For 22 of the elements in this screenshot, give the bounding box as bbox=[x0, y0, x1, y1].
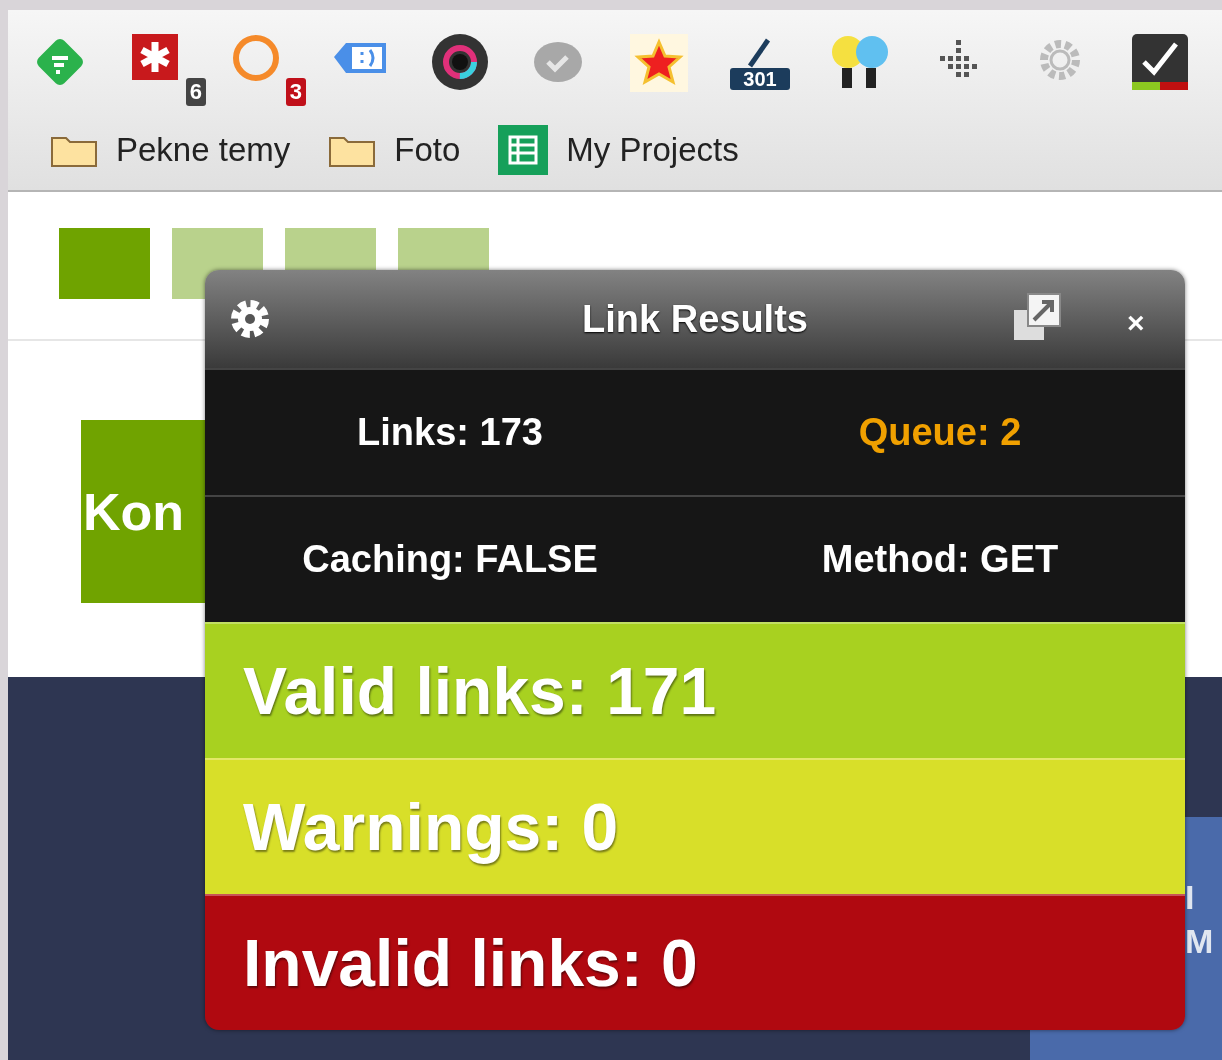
stat-label: Queue: 2 bbox=[858, 411, 1022, 454]
badge-count: 3 bbox=[285, 78, 306, 106]
stat-label: Links: 173 bbox=[357, 411, 543, 454]
badge-count: 301 bbox=[730, 68, 790, 90]
result-row: Invalid links: 0 bbox=[205, 894, 1185, 1030]
checkmark-icon[interactable] bbox=[1130, 32, 1190, 92]
close-button[interactable]: × bbox=[1123, 308, 1149, 338]
bookmark[interactable]: My Projects bbox=[498, 125, 739, 175]
camera-lens-icon[interactable] bbox=[430, 32, 490, 92]
bookmark[interactable]: Pekne temy bbox=[50, 131, 291, 169]
popup-title: Link Results bbox=[582, 297, 808, 341]
banner: Kon bbox=[81, 420, 205, 603]
stat-label: Method: GET bbox=[821, 538, 1059, 581]
result-row: Valid links: 171 bbox=[205, 622, 1185, 758]
panel-text: I bbox=[1185, 877, 1195, 917]
bookmark[interactable]: Foto bbox=[328, 131, 461, 169]
stat-label: Caching: FALSE bbox=[302, 538, 598, 581]
popout-icon[interactable] bbox=[1012, 292, 1062, 342]
spreadsheet-icon bbox=[498, 125, 549, 175]
panel-text: M bbox=[1185, 921, 1214, 961]
result-row: Warnings: 0 bbox=[205, 758, 1185, 894]
badge-count: 6 bbox=[185, 78, 206, 106]
